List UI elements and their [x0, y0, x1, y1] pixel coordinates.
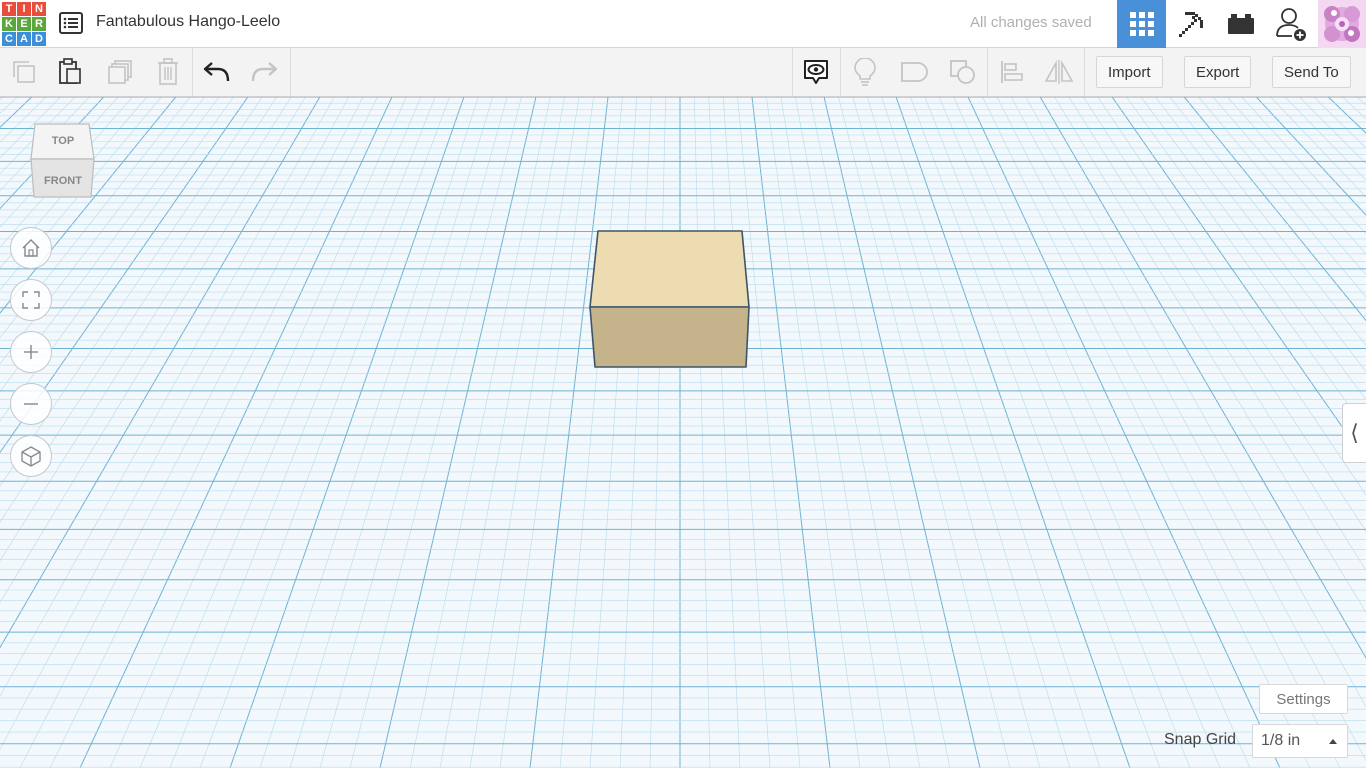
- mirror-icon: [1044, 59, 1074, 84]
- light-button[interactable]: [849, 56, 881, 88]
- zoom-in-button[interactable]: [10, 331, 52, 373]
- logo-letter: T: [2, 2, 16, 16]
- minecraft-view-button[interactable]: [1166, 0, 1215, 48]
- lightbulb-icon: [854, 58, 876, 86]
- notes-button[interactable]: [800, 56, 832, 88]
- chevron-left-icon: ⟨: [1350, 420, 1359, 445]
- zoom-out-button[interactable]: [10, 383, 52, 425]
- add-user-icon: [1275, 8, 1306, 41]
- plus-icon: [24, 345, 38, 359]
- snap-grid-select[interactable]: 1/8 in: [1252, 724, 1348, 758]
- user-avatar[interactable]: [1318, 0, 1366, 48]
- logo-letter: E: [17, 17, 31, 31]
- align-button[interactable]: [996, 56, 1028, 88]
- logo-letter: I: [17, 2, 31, 16]
- paste-button[interactable]: [54, 56, 86, 88]
- pickaxe-icon: [1178, 12, 1203, 37]
- fit-all-icon: [22, 291, 40, 309]
- 3d-design-view-button[interactable]: [1117, 0, 1166, 48]
- toolbar-divider: [192, 48, 193, 96]
- invite-user-button[interactable]: [1266, 0, 1315, 48]
- workplane-canvas[interactable]: TOP FRONT ⟨ Settings Snap Grid 1/8 in: [0, 97, 1366, 768]
- project-title[interactable]: Fantabulous Hango-Leelo: [96, 13, 280, 31]
- clipboard-icon: [59, 58, 81, 84]
- grid-icon: [1129, 12, 1154, 36]
- logo-letter: N: [32, 2, 46, 16]
- duplicate-button[interactable]: [104, 56, 136, 88]
- home-icon: [22, 239, 40, 257]
- logo-letter: D: [32, 32, 46, 46]
- settings-button[interactable]: Settings: [1259, 684, 1348, 714]
- ungroup-button[interactable]: [947, 56, 979, 88]
- mirror-button[interactable]: [1043, 56, 1075, 88]
- logo-letter: C: [2, 32, 16, 46]
- toolbar-divider: [987, 48, 988, 96]
- shapes-panel-toggle[interactable]: ⟨: [1342, 403, 1366, 463]
- undo-button[interactable]: [201, 56, 233, 88]
- align-icon: [1001, 61, 1023, 83]
- box-shape[interactable]: [580, 221, 760, 373]
- home-view-button[interactable]: [10, 227, 52, 269]
- save-status: All changes saved: [970, 14, 1092, 31]
- export-button[interactable]: Export: [1184, 56, 1252, 88]
- list-icon: [59, 12, 83, 34]
- speech-bubble-eye-icon: [804, 60, 828, 84]
- brick-icon: [1227, 14, 1254, 34]
- copy-icon: [13, 61, 35, 83]
- group-icon: [901, 62, 928, 82]
- view-cube-top-label[interactable]: TOP: [52, 135, 74, 147]
- redo-button[interactable]: [248, 56, 280, 88]
- snap-grid-label: Snap Grid: [1164, 731, 1237, 748]
- view-cube-front-label[interactable]: FRONT: [44, 175, 82, 187]
- send-to-button[interactable]: Send To: [1272, 56, 1351, 88]
- toolbar-divider: [840, 48, 841, 96]
- logo-letter: A: [17, 32, 31, 46]
- snap-grid-value: 1/8 in: [1261, 732, 1301, 749]
- group-button[interactable]: [898, 56, 930, 88]
- design-list-button[interactable]: [58, 10, 84, 36]
- import-button[interactable]: Import: [1096, 56, 1163, 88]
- edit-toolbar: Import Export Send To: [0, 48, 1366, 97]
- undo-icon: [203, 62, 230, 82]
- ungroup-icon: [950, 60, 975, 84]
- fit-view-button[interactable]: [10, 279, 52, 321]
- view-cube[interactable]: TOP FRONT: [28, 121, 98, 201]
- toolbar-divider: [1084, 48, 1085, 96]
- avatar-icon: [1318, 0, 1366, 48]
- toolbar-divider: [792, 48, 793, 96]
- lego-bricks-view-button[interactable]: [1216, 0, 1265, 48]
- cube-icon: [21, 446, 41, 467]
- logo-letter: K: [2, 17, 16, 31]
- caret-up-icon: [1329, 739, 1337, 744]
- trash-icon: [158, 58, 178, 85]
- minus-icon: [24, 403, 38, 405]
- copy-button[interactable]: [8, 56, 40, 88]
- logo-letter: R: [32, 17, 46, 31]
- toolbar-divider: [290, 48, 291, 96]
- tinkercad-logo[interactable]: T I N K E R C A D: [2, 2, 46, 46]
- redo-icon: [251, 62, 278, 82]
- delete-button[interactable]: [152, 56, 184, 88]
- top-header: T I N K E R C A D Fantabulous Hango-Leel…: [0, 0, 1366, 48]
- duplicate-icon: [108, 60, 132, 84]
- workplane-grid: [0, 97, 1366, 768]
- perspective-toggle-button[interactable]: [10, 435, 52, 477]
